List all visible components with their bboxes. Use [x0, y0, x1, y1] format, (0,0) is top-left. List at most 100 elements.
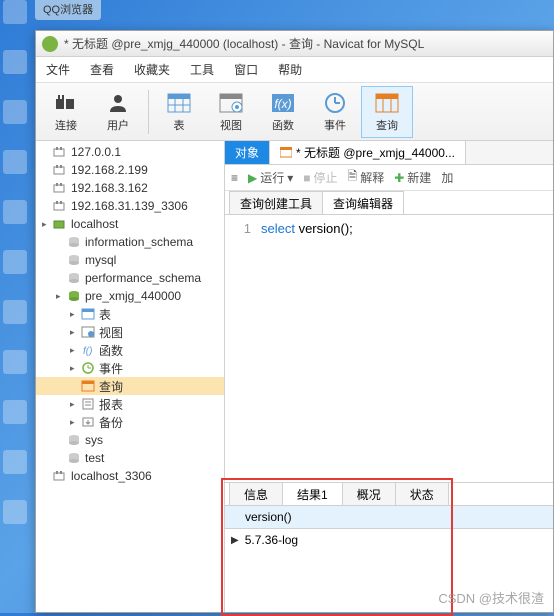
tree-item[interactable]: ▸表 [36, 305, 224, 323]
user-button[interactable]: 用户 [92, 86, 144, 138]
db-icon [66, 253, 82, 267]
query-icon [373, 91, 401, 115]
db-icon [66, 235, 82, 249]
tab-editor[interactable]: 查询编辑器 [322, 191, 404, 214]
tree-item[interactable]: test [36, 449, 224, 467]
tree-toggle-icon[interactable]: ▸ [70, 399, 80, 410]
tree-label: 报表 [99, 396, 123, 413]
tree-toggle-icon[interactable]: ▸ [42, 219, 52, 230]
desktop-icon[interactable] [2, 200, 28, 242]
tree-item[interactable]: 192.168.31.139_3306 [36, 197, 224, 215]
stop-button[interactable]: ■停止 [303, 169, 337, 186]
tree-item[interactable]: mysql [36, 251, 224, 269]
desktop-icon[interactable] [2, 250, 28, 292]
tree-toggle-icon[interactable]: ▸ [70, 309, 80, 320]
menu-window[interactable]: 窗口 [234, 61, 258, 78]
conn-open-icon [52, 217, 68, 231]
row-indicator-icon: ▶ [231, 535, 239, 546]
desktop-icon[interactable] [2, 450, 28, 492]
desktop-icon[interactable] [2, 100, 28, 142]
tree-item[interactable]: localhost_3306 [36, 467, 224, 485]
explain-button[interactable]: 🗎解释 [348, 167, 385, 188]
event-label: 事件 [324, 117, 346, 133]
plus-icon: ✚ [394, 171, 404, 185]
svg-text:f(x): f(x) [274, 97, 291, 111]
tree-label: 视图 [99, 324, 123, 341]
tree-toggle-icon[interactable]: ▸ [70, 327, 80, 338]
tree-item[interactable]: 查询 [36, 377, 224, 395]
tree-item[interactable]: ▸ 报表 [36, 395, 224, 413]
tree-item[interactable]: ▸事件 [36, 359, 224, 377]
tree-toggle-icon[interactable]: ▸ [70, 363, 80, 374]
desktop-icon[interactable] [2, 500, 28, 542]
view-button[interactable]: 视图 [205, 86, 257, 138]
tree-toggle-icon[interactable]: ▸ [70, 345, 80, 356]
menu-tools[interactable]: 工具 [190, 61, 214, 78]
query-button[interactable]: 查询 [361, 86, 413, 138]
menubar: 文件 查看 收藏夹 工具 窗口 帮助 [36, 57, 553, 83]
table-label: 表 [174, 117, 185, 133]
desktop-icon[interactable] [2, 50, 28, 92]
run-button[interactable]: ▶运行 ▾ [248, 169, 293, 186]
tree-label: 函数 [99, 342, 123, 359]
tree-item[interactable]: information_schema [36, 233, 224, 251]
table-button[interactable]: 表 [153, 86, 205, 138]
desktop-icon[interactable] [2, 0, 28, 42]
tab-object[interactable]: 对象 [225, 141, 270, 164]
tree-label: sys [85, 433, 103, 447]
conn-icon [52, 181, 68, 195]
tree-item[interactable]: ▸pre_xmjg_440000 [36, 287, 224, 305]
result-tab-status[interactable]: 状态 [395, 483, 449, 505]
tree-item[interactable]: ▸localhost [36, 215, 224, 233]
tab-query[interactable]: * 无标题 @pre_xmjg_44000... [270, 141, 466, 164]
tree-label: 查询 [99, 378, 123, 395]
report-icon [80, 397, 96, 411]
view-icon [80, 325, 96, 339]
table-icon [80, 307, 96, 321]
result-tab-profile[interactable]: 概况 [342, 483, 396, 505]
result-tab-info[interactable]: 信息 [229, 483, 283, 505]
grid-cell: 5.7.36-log [245, 533, 298, 547]
tree-item[interactable]: 127.0.0.1 [36, 143, 224, 161]
tree-toggle-icon[interactable]: ▸ [56, 291, 66, 302]
tree-item[interactable]: sys [36, 431, 224, 449]
event-button[interactable]: 事件 [309, 86, 361, 138]
right-panel: 对象 * 无标题 @pre_xmjg_44000... ≡ ▶运行 ▾ ■停止 … [225, 141, 553, 612]
desktop-icon[interactable] [2, 300, 28, 342]
svg-text:f(): f() [83, 346, 92, 356]
db-icon [66, 451, 82, 465]
function-button[interactable]: f(x) 函数 [257, 86, 309, 138]
grid-row[interactable]: ▶ 5.7.36-log [225, 529, 553, 551]
menu-help[interactable]: 帮助 [278, 61, 302, 78]
tree-item[interactable]: 192.168.2.199 [36, 161, 224, 179]
tree-item[interactable]: ▸f() 函数 [36, 341, 224, 359]
menu-view[interactable]: 查看 [90, 61, 114, 78]
connect-button[interactable]: 连接 [40, 86, 92, 138]
tree-item[interactable]: 192.168.3.162 [36, 179, 224, 197]
desktop-icon[interactable] [2, 400, 28, 442]
desktop-icons [2, 0, 30, 613]
window-title: * 无标题 @pre_xmjg_440000 (localhost) - 查询 … [64, 35, 424, 52]
connection-tree[interactable]: 127.0.0.1192.168.2.199192.168.3.162192.1… [36, 141, 225, 612]
menu-file[interactable]: 文件 [46, 61, 70, 78]
tree-item[interactable]: ▸备份 [36, 413, 224, 431]
plug-icon [52, 91, 80, 115]
sub-tabs: 查询创建工具 查询编辑器 [225, 191, 553, 215]
desktop-icon[interactable] [2, 150, 28, 192]
titlebar[interactable]: * 无标题 @pre_xmjg_440000 (localhost) - 查询 … [36, 31, 553, 57]
new-button[interactable]: ✚新建 [394, 169, 431, 186]
conn-icon [52, 469, 68, 483]
sql-keyword: select [261, 221, 295, 236]
menu-icon[interactable]: ≡ [231, 171, 238, 185]
load-button[interactable]: 加 [441, 169, 453, 186]
result-tab-result1[interactable]: 结果1 [282, 483, 343, 505]
tree-item[interactable]: ▸ 视图 [36, 323, 224, 341]
result-grid[interactable]: version() ▶ 5.7.36-log [225, 506, 553, 551]
func-icon: f() [80, 343, 96, 357]
desktop-icon[interactable] [2, 350, 28, 392]
tab-builder[interactable]: 查询创建工具 [229, 191, 323, 214]
menu-favorites[interactable]: 收藏夹 [134, 61, 170, 78]
tree-item[interactable]: performance_schema [36, 269, 224, 287]
grid-column-header[interactable]: version() [225, 506, 553, 529]
tree-toggle-icon[interactable]: ▸ [70, 417, 80, 428]
